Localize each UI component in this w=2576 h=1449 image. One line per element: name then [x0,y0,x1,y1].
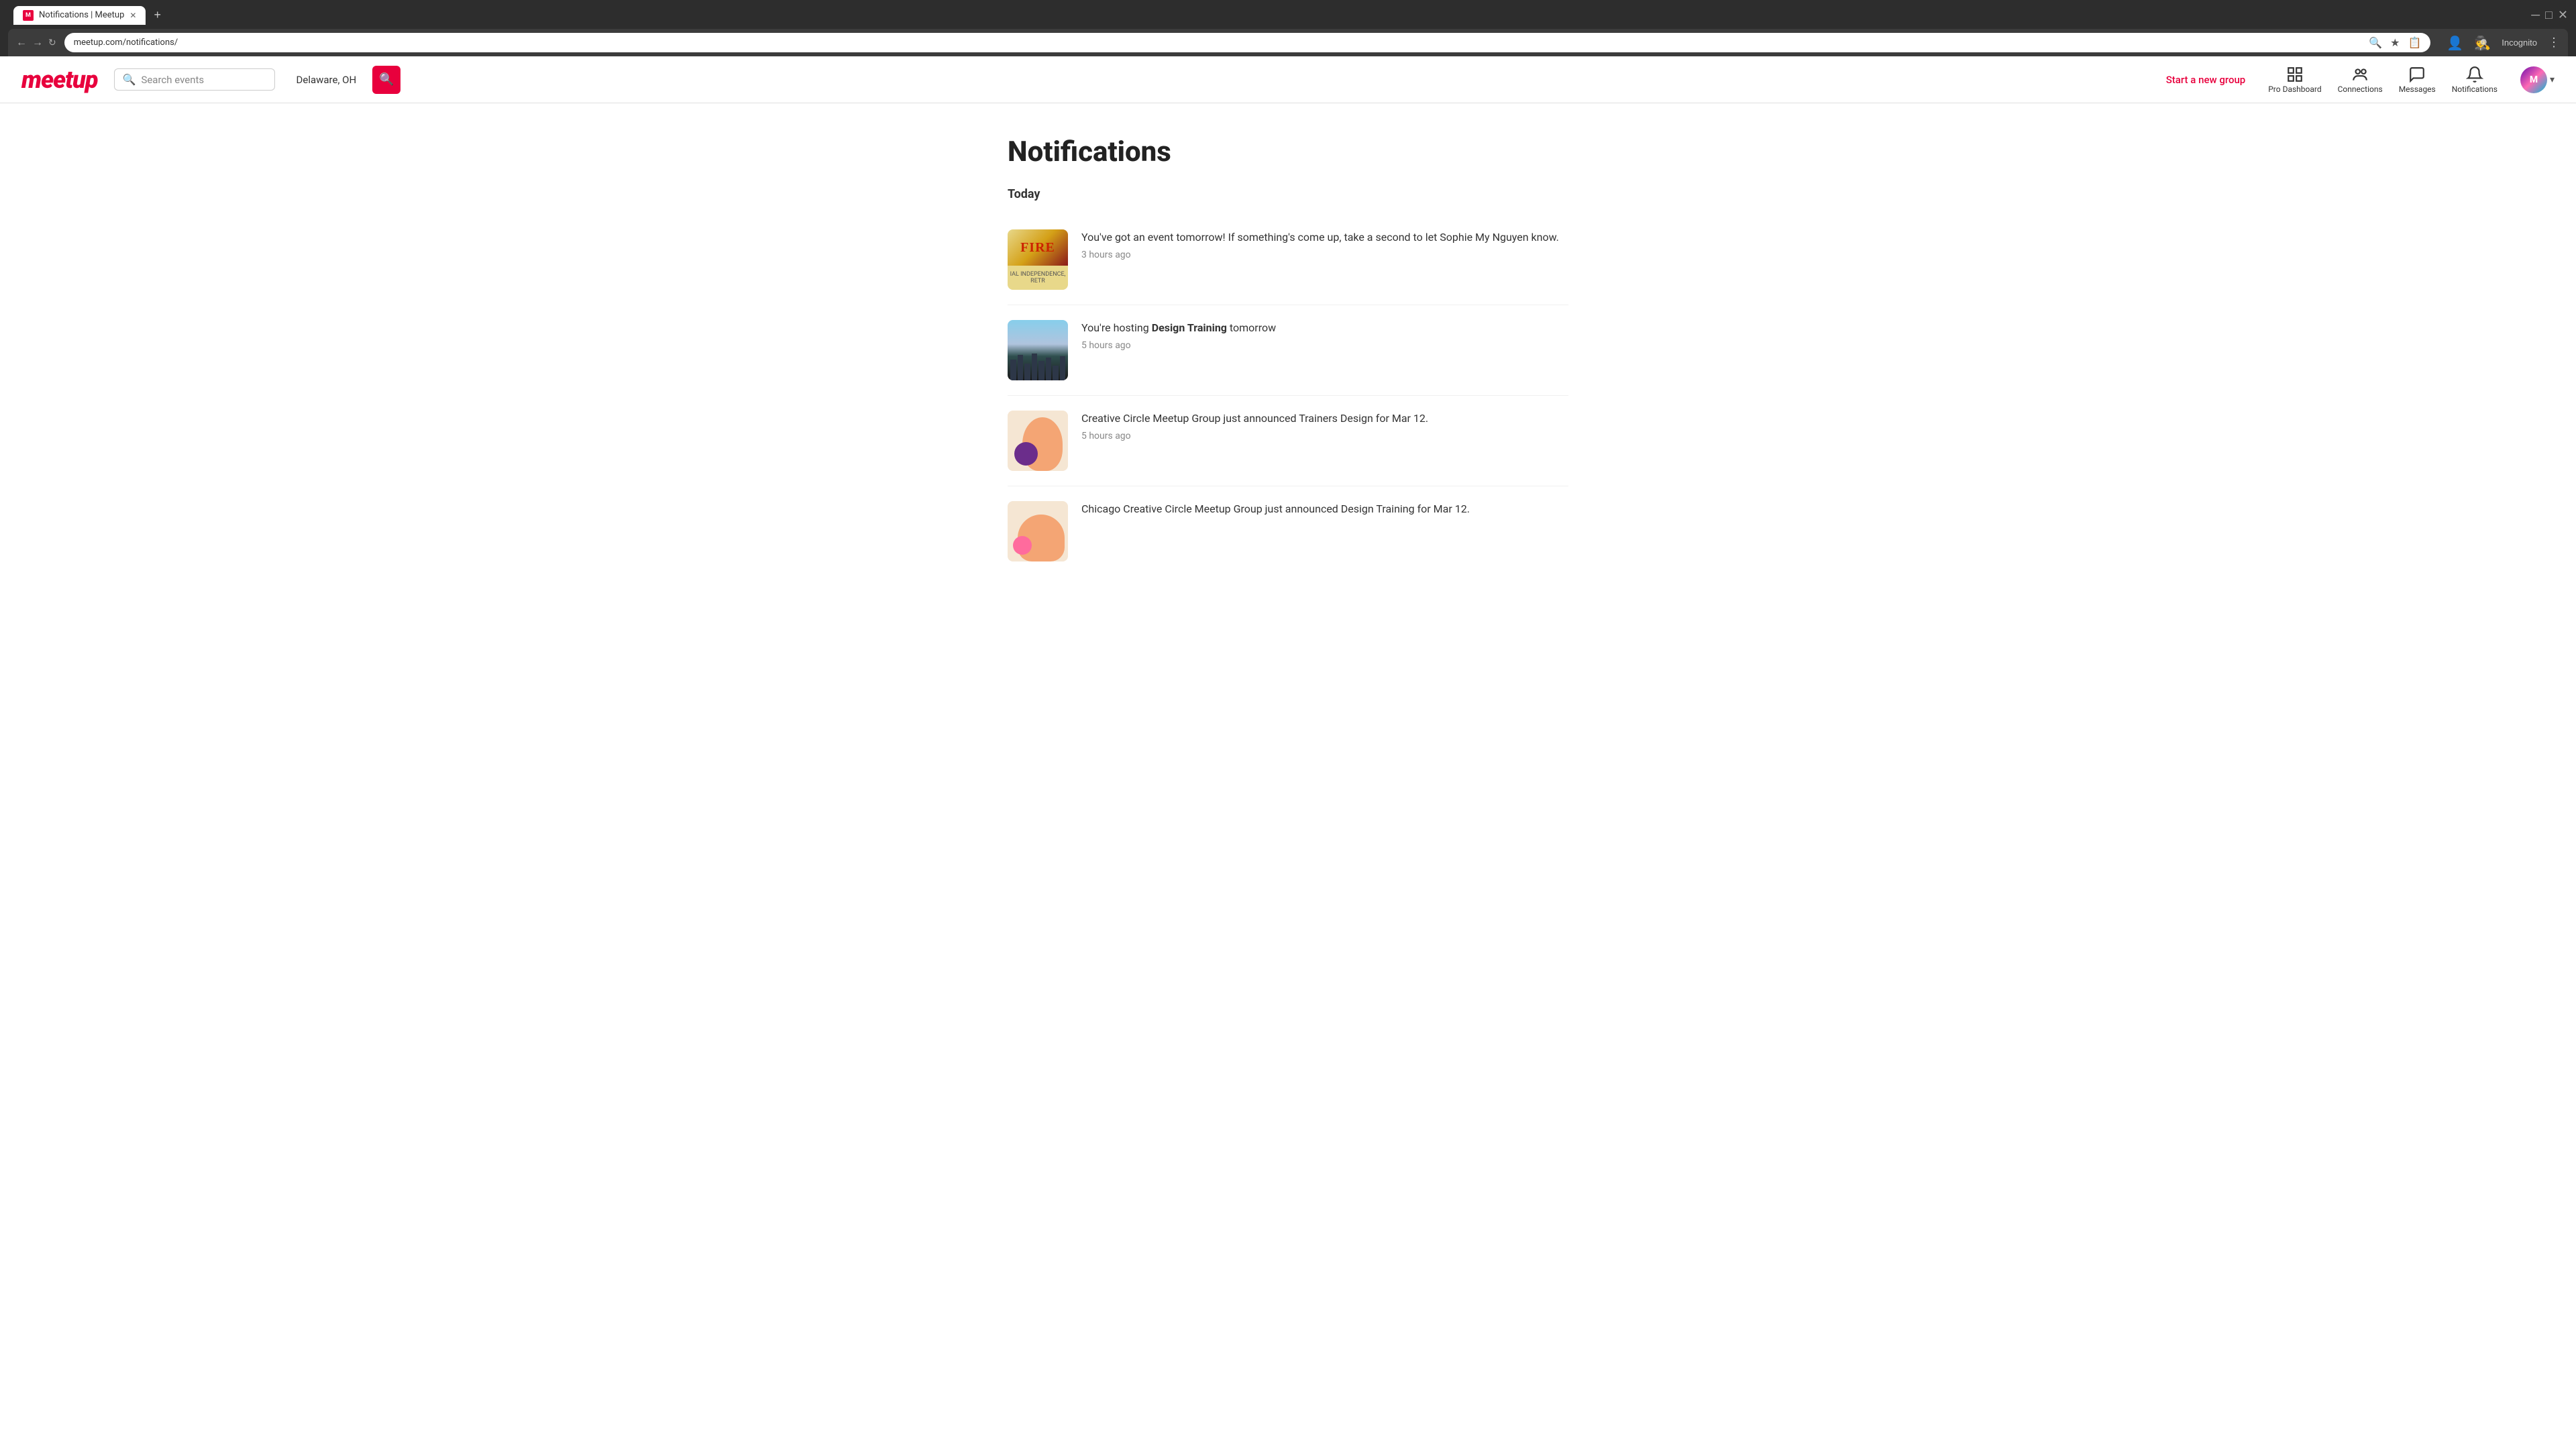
new-tab-button[interactable]: + [148,5,166,25]
extensions-icon[interactable]: 📋 [2408,36,2422,49]
window-maximize-button[interactable]: □ [2545,8,2553,22]
nav-item-messages[interactable]: Messages [2392,62,2443,98]
section-today: Today [1008,187,1568,201]
notification-text: You've got an event tomorrow! If somethi… [1081,229,1568,260]
creative-purple-blob [1014,442,1038,466]
address-bar[interactable]: meetup.com/notifications/ 🔍 ★ 📋 [64,33,2431,52]
pro-dashboard-icon [2286,66,2304,83]
nav-icons: Pro Dashboard Connections Messages Notif… [2261,62,2504,98]
meetup-logo[interactable]: meetup [21,66,98,94]
forward-button[interactable]: → [32,37,43,49]
start-new-group-link[interactable]: Start a new group [2166,74,2246,86]
avatar-container[interactable]: M ▾ [2520,66,2555,93]
tab-title: Notifications | Meetup [39,10,124,20]
message-post: tomorrow [1227,321,1276,334]
chicago-pink-blob [1013,536,1032,555]
incognito-icon: 🕵 [2474,35,2491,51]
notification-message: You're hosting Design Training tomorrow [1081,320,1568,336]
tab-close-button[interactable]: ✕ [129,11,136,20]
tab-bar: M Notifications | Meetup ✕ + ─ □ ✕ [8,5,2568,25]
search-placeholder: Search events [141,74,204,86]
window-close-button[interactable]: ✕ [2558,8,2568,22]
search-container[interactable]: 🔍 Search events [114,68,275,91]
connections-label: Connections [2338,85,2383,94]
notifications-list: FIRE IAL INDEPENDENCE, RETR You've got a… [1008,215,1568,576]
fire-event-subtitle: IAL INDEPENDENCE, RETR [1008,266,1068,290]
location-display: Delaware, OH [297,74,357,86]
url-text: meetup.com/notifications/ [74,38,178,48]
avatar-chevron-icon: ▾ [2550,74,2555,85]
notification-text: You're hosting Design Training tomorrow … [1081,320,1568,351]
notification-thumbnail [1008,320,1068,380]
address-bar-icons: 🔍 ★ 📋 [2369,36,2421,49]
search-icon: 🔍 [123,73,136,86]
fire-event-letters: FIRE [1020,240,1055,256]
browser-chrome: M Notifications | Meetup ✕ + ─ □ ✕ ← → ↻… [0,0,2576,56]
incognito-badge[interactable]: Incognito [2502,38,2537,48]
search-button[interactable]: 🔍 [372,66,400,94]
connections-icon [2351,66,2369,83]
notification-item[interactable]: Creative Circle Meetup Group just announ… [1008,396,1568,486]
notification-message: Chicago Creative Circle Meetup Group jus… [1081,501,1568,517]
profile-icon[interactable]: 👤 [2447,35,2463,51]
messages-label: Messages [2399,85,2436,94]
message-pre: You're hosting [1081,321,1152,334]
notification-thumbnail [1008,411,1068,471]
active-tab[interactable]: M Notifications | Meetup ✕ [13,6,146,25]
nav-item-pro-dashboard[interactable]: Pro Dashboard [2261,62,2328,98]
tab-favicon: M [23,10,34,21]
notification-item[interactable]: Chicago Creative Circle Meetup Group jus… [1008,486,1568,576]
notification-message: Creative Circle Meetup Group just announ… [1081,411,1568,427]
back-button[interactable]: ← [16,37,27,49]
notification-item[interactable]: FIRE IAL INDEPENDENCE, RETR You've got a… [1008,215,1568,305]
notification-time: 5 hours ago [1081,431,1568,441]
bookmark-icon[interactable]: ★ [2390,36,2400,49]
page-title: Notifications [1008,136,1568,168]
notification-text: Chicago Creative Circle Meetup Group jus… [1081,501,1568,521]
search-icon[interactable]: 🔍 [2369,36,2382,49]
refresh-button[interactable]: ↻ [48,37,56,48]
main-content: Notifications Today FIRE IAL INDEPENDENC… [986,103,1590,608]
notifications-icon [2466,66,2483,83]
nav-arrows: ← → ↻ [16,37,56,49]
city-thumbnail [1008,350,1068,380]
notification-time: 3 hours ago [1081,250,1568,260]
nav-item-connections[interactable]: Connections [2331,62,2390,98]
avatar: M [2520,66,2547,93]
notifications-label: Notifications [2452,85,2498,94]
message-bold: Design Training [1152,321,1227,334]
nav-item-notifications[interactable]: Notifications [2445,62,2504,98]
window-minimize-button[interactable]: ─ [2531,8,2540,22]
notification-message: You've got an event tomorrow! If somethi… [1081,229,1568,246]
notification-thumbnail: FIRE IAL INDEPENDENCE, RETR [1008,229,1068,290]
notification-text: Creative Circle Meetup Group just announ… [1081,411,1568,441]
incognito-label: Incognito [2502,38,2537,48]
notification-thumbnail [1008,501,1068,561]
notification-time: 5 hours ago [1081,340,1568,351]
address-bar-row: ← → ↻ meetup.com/notifications/ 🔍 ★ 📋 👤 … [8,29,2568,56]
browser-menu-button[interactable]: ⋮ [2548,36,2560,50]
meetup-header: meetup 🔍 Search events Delaware, OH 🔍 St… [0,56,2576,103]
messages-icon [2408,66,2426,83]
notification-item[interactable]: You're hosting Design Training tomorrow … [1008,305,1568,396]
tab-group: M Notifications | Meetup ✕ + [13,5,166,25]
pro-dashboard-label: Pro Dashboard [2268,85,2321,94]
